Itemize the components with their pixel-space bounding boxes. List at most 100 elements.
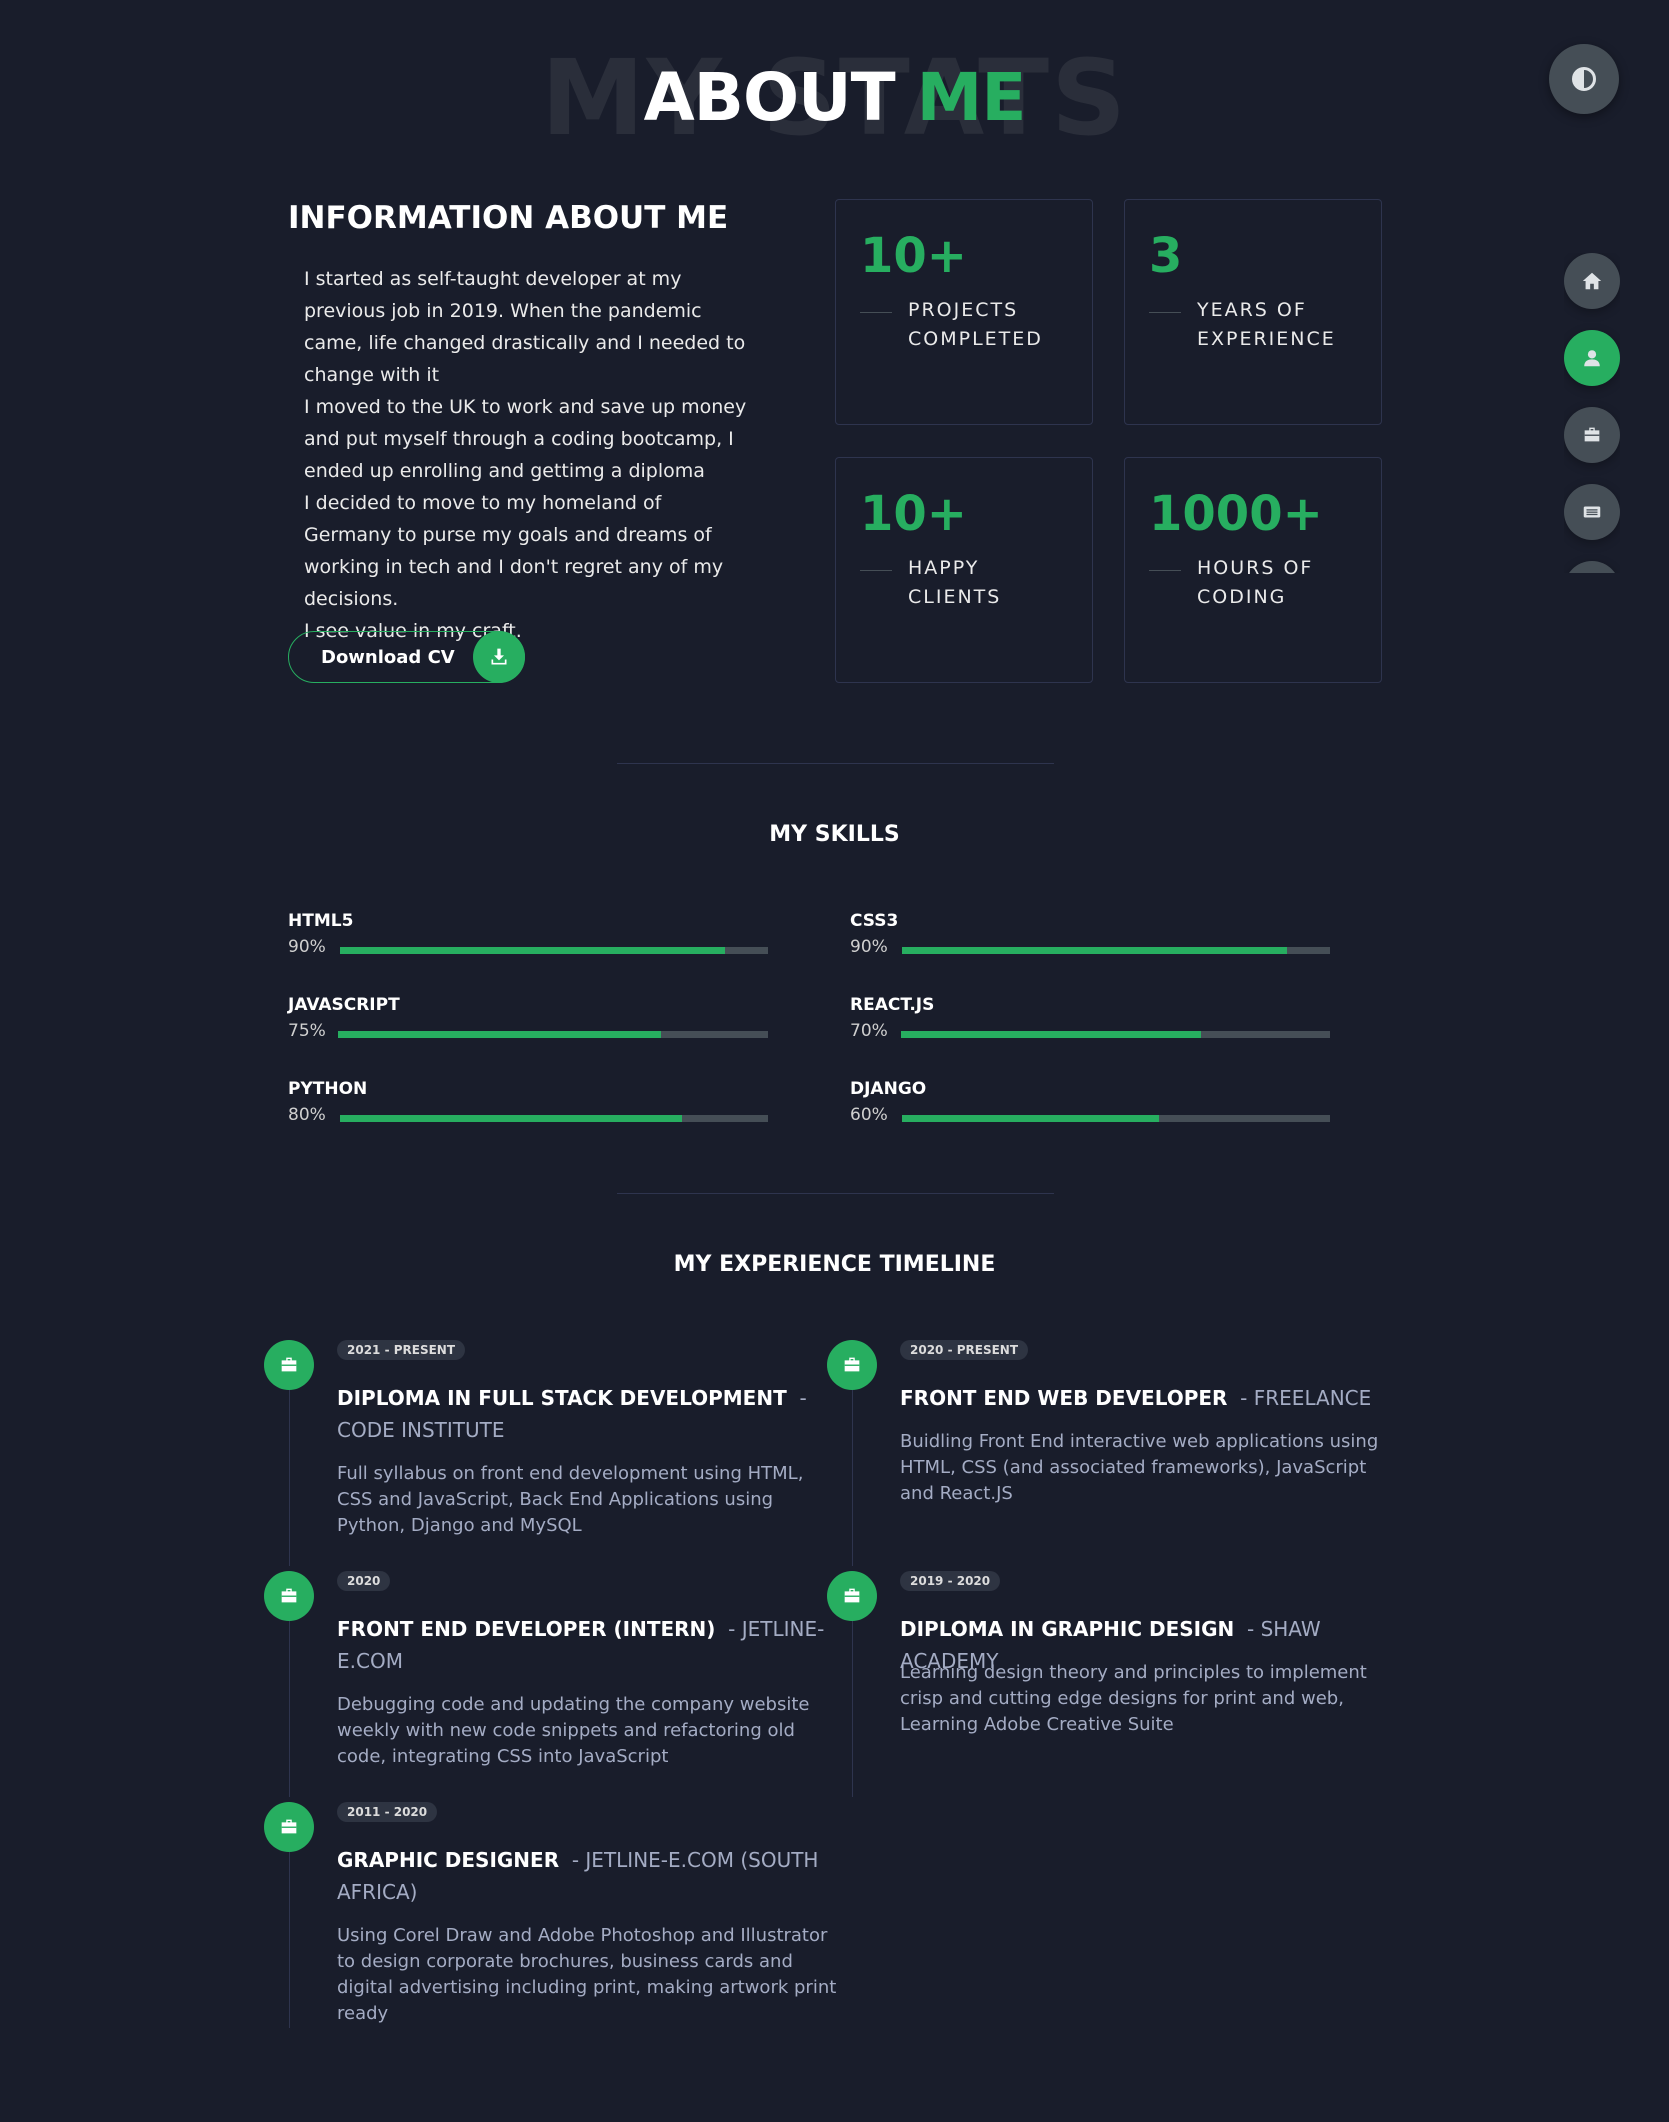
skill-name: CSS3 [850, 911, 899, 931]
timeline-organization: FREELANCE [1253, 1386, 1372, 1410]
timeline-heading: FRONT END WEB DEVELOPER - FREELANCE [900, 1386, 1372, 1410]
timeline-line [289, 1366, 290, 1566]
skill-name: PYTHON [288, 1079, 368, 1099]
timeline-date: 2011 - 2020 [337, 1802, 438, 1822]
briefcase-icon [827, 1340, 877, 1390]
stat-label-line: HAPPY [908, 557, 980, 579]
skill-bar [902, 947, 1330, 954]
skill-bar [340, 947, 768, 954]
skill-bar-fill [340, 1115, 683, 1122]
skill-bar [902, 1115, 1330, 1122]
stat-divider [1149, 312, 1181, 313]
stat-label-line: EXPERIENCE [1197, 328, 1336, 350]
page-title-accent: ME [916, 59, 1027, 136]
briefcase-icon [827, 1571, 877, 1621]
stat-card: 3 YEARS OF EXPERIENCE [1124, 199, 1382, 425]
stat-label-line: PROJECTS [908, 299, 1019, 321]
page-title: ABOUT ME [0, 56, 1669, 140]
skill-name: DJANGO [850, 1079, 927, 1099]
timeline-heading: GRAPHIC DESIGNER - JETLINE-E.COM (SOUTH … [337, 1848, 819, 1904]
section-divider [617, 763, 1054, 764]
stat-label-line: CLIENTS [908, 586, 1002, 608]
section-heading: MY STATS ABOUT ME [0, 46, 1669, 150]
skill-item: REACT.JS 70% [850, 995, 1330, 1055]
skill-percent: 75% [288, 1021, 326, 1041]
stat-number: 10+ [860, 486, 968, 542]
stat-label-line: CODING [1197, 586, 1287, 608]
blog-icon [1583, 506, 1601, 518]
timeline-item: 2011 - 2020 GRAPHIC DESIGNER - JETLINE-E… [264, 1802, 849, 2028]
timeline-date: 2020 - PRESENT [900, 1340, 1029, 1360]
timeline-title: MY EXPERIENCE TIMELINE [673, 1252, 996, 1277]
timeline-line [852, 1366, 853, 1566]
page-title-main: ABOUT [643, 59, 896, 136]
download-icon [473, 631, 525, 683]
about-page: MY STATS ABOUT ME INFORMATION ABOUT ME I… [0, 0, 1669, 2122]
stat-label: PROJECTS COMPLETED [908, 296, 1078, 354]
nav-about-button[interactable] [1564, 330, 1620, 386]
timeline-role: FRONT END DEVELOPER (INTERN) [337, 1617, 716, 1641]
info-paragraph: I started as self-taught developer at my… [304, 268, 746, 386]
stat-label-line: HOURS OF [1197, 557, 1314, 579]
timeline-line [289, 1828, 290, 2028]
skill-name: REACT.JS [850, 995, 935, 1015]
skill-item: CSS3 90% [850, 911, 1330, 971]
stat-divider [1149, 570, 1181, 571]
skill-percent: 70% [850, 1021, 888, 1041]
skill-bar-fill [338, 1031, 661, 1038]
skill-item: HTML5 90% [288, 911, 768, 971]
nav-blog-button[interactable] [1564, 484, 1620, 540]
nav-home-button[interactable] [1564, 253, 1620, 309]
timeline-role: DIPLOMA IN FULL STACK DEVELOPMENT [337, 1386, 787, 1410]
timeline-heading: DIPLOMA IN FULL STACK DEVELOPMENT - CODE… [337, 1386, 807, 1442]
skill-item: JAVASCRIPT 75% [288, 995, 768, 1055]
section-divider [617, 1193, 1054, 1194]
stat-label-line: YEARS OF [1197, 299, 1307, 321]
contrast-icon [1572, 67, 1596, 91]
skill-name: HTML5 [288, 911, 354, 931]
skill-percent: 90% [288, 937, 326, 957]
stat-label: HOURS OF CODING [1197, 554, 1367, 612]
info-title: INFORMATION ABOUT ME [288, 200, 729, 236]
user-icon [1584, 350, 1600, 367]
side-navigation [1564, 253, 1620, 573]
skill-name: JAVASCRIPT [288, 995, 400, 1015]
stat-number: 3 [1149, 228, 1183, 284]
stat-card: 10+ HAPPY CLIENTS [835, 457, 1093, 683]
skill-bar-fill [902, 1115, 1159, 1122]
skill-bar-fill [340, 947, 726, 954]
nav-contact-button[interactable] [1564, 561, 1620, 573]
timeline-item: 2021 - PRESENT DIPLOMA IN FULL STACK DEV… [264, 1340, 849, 1566]
stat-card: 1000+ HOURS OF CODING [1124, 457, 1382, 683]
nav-portfolio-button[interactable] [1564, 407, 1620, 463]
skill-percent: 90% [850, 937, 888, 957]
download-cv-button[interactable]: Download CV [288, 631, 525, 683]
stat-card: 10+ PROJECTS COMPLETED [835, 199, 1093, 425]
skill-bar-fill [902, 947, 1288, 954]
timeline-item: 2019 - 2020 DIPLOMA IN GRAPHIC DESIGN - … [827, 1571, 1412, 1797]
timeline-description: Debugging code and updating the company … [337, 1694, 810, 1767]
timeline-heading: FRONT END DEVELOPER (INTERN) - JETLINE-E… [337, 1617, 825, 1673]
timeline-description: Learning design theory and principles to… [900, 1662, 1367, 1735]
timeline-date: 2020 [337, 1571, 391, 1591]
info-text: I started as self-taught developer at my… [304, 263, 754, 647]
stat-divider [860, 312, 892, 313]
stat-label-line: COMPLETED [908, 328, 1043, 350]
timeline-organization: CODE INSTITUTE [337, 1418, 505, 1442]
briefcase-icon [264, 1802, 314, 1852]
skill-bar [340, 1115, 768, 1122]
stat-number: 1000+ [1149, 486, 1323, 542]
timeline-role: FRONT END WEB DEVELOPER [900, 1386, 1228, 1410]
skill-percent: 80% [288, 1105, 326, 1125]
timeline-description: Buidling Front End interactive web appli… [900, 1431, 1379, 1504]
theme-toggle-button[interactable] [1549, 44, 1619, 114]
skill-percent: 60% [850, 1105, 888, 1125]
info-paragraph: I moved to the UK to work and save up mo… [304, 396, 747, 482]
download-cv-label: Download CV [321, 646, 455, 668]
skill-item: PYTHON 80% [288, 1079, 768, 1139]
home-icon [1582, 272, 1602, 290]
skill-item: DJANGO 60% [850, 1079, 1330, 1139]
timeline-description: Using Corel Draw and Adobe Photoshop and… [337, 1925, 837, 2024]
skill-bar [338, 1031, 768, 1038]
briefcase-icon [1584, 427, 1600, 442]
